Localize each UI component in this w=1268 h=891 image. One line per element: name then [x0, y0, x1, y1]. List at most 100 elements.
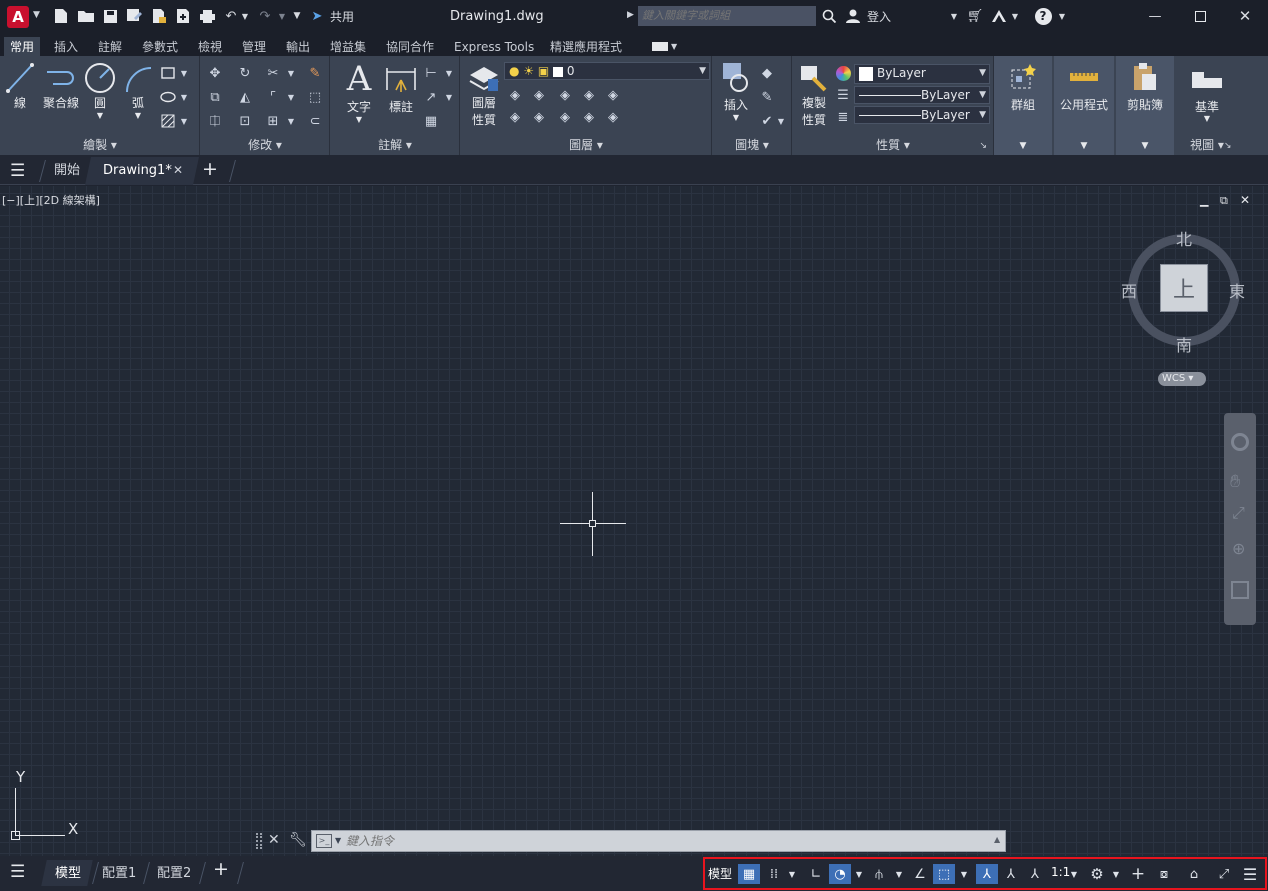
lock-icon[interactable]: ▣ — [538, 64, 549, 78]
polyline-tool[interactable]: 聚合線 — [40, 62, 82, 111]
rotate-icon[interactable]: ↻ — [236, 64, 254, 82]
drawing-canvas[interactable]: [−][上][2D 線架構] ▁ ⧉ ✕ 上 北 南 西 東 WCS ▾ ✋︎ … — [0, 186, 1268, 856]
command-input[interactable] — [346, 832, 986, 850]
grid-icon[interactable]: ▦ — [738, 864, 760, 884]
share-button[interactable]: 共用 — [329, 7, 355, 25]
snap-mode-icon[interactable]: ⁞⁞ — [763, 864, 785, 884]
block-attributes-icon[interactable]: ✔ — [758, 112, 776, 130]
share-file-icon[interactable] — [174, 7, 192, 25]
layers-panel-title[interactable]: 圖層 ▾ — [460, 137, 712, 153]
layer-properties-tool[interactable]: 圖層 性質 — [464, 62, 504, 128]
block-panel-title[interactable]: 圖塊 ▾ — [712, 137, 792, 153]
file-tabs-menu-icon[interactable]: ☰ — [10, 161, 25, 181]
ribbon-minimize-dropdown-icon[interactable]: ▼ — [671, 42, 677, 51]
hatch-dropdown-icon[interactable]: ▼ — [179, 112, 189, 130]
viewcube-face-top[interactable]: 上 — [1160, 264, 1208, 312]
search-icon[interactable] — [820, 7, 838, 25]
tab-start[interactable]: 開始 — [54, 159, 80, 183]
array-dropdown-icon[interactable]: ▼ — [286, 112, 296, 130]
quick-properties-icon[interactable]: ⌂ — [1183, 864, 1205, 884]
annotation-panel-title[interactable]: 註解 ▾ — [330, 137, 460, 153]
print-icon[interactable] — [198, 7, 216, 25]
ribbon-tab-annotate[interactable]: 註解 — [92, 37, 128, 57]
hatch-icon[interactable] — [159, 112, 177, 130]
layout-tab-layout1[interactable]: 配置1 — [102, 862, 136, 886]
groups-dropdown-icon[interactable]: ▼ — [994, 141, 1052, 151]
arc-tool[interactable]: 弧 ▼ — [122, 62, 154, 120]
layer-tool-5-icon[interactable]: ◈ — [604, 86, 622, 104]
base-dropdown-icon[interactable]: ▼ — [1176, 114, 1238, 123]
compass-north[interactable]: 北 — [1176, 226, 1192, 250]
redo-dropdown-icon[interactable]: ▼ — [278, 7, 286, 25]
annotation-monitor-icon[interactable]: + — [1127, 864, 1149, 884]
trim-icon[interactable]: ✂ — [264, 64, 282, 82]
clipboard-panel[interactable]: 剪貼簿 ▼ — [1116, 56, 1174, 155]
command-prompt-icon[interactable]: >_ — [316, 834, 332, 848]
annotation-visibility-icon[interactable]: ⅄ — [976, 864, 998, 884]
create-block-icon[interactable]: ◆ — [758, 64, 776, 82]
undo-icon[interactable]: ↶ — [222, 7, 240, 25]
wcs-menu-button[interactable]: WCS ▾ — [1158, 372, 1206, 386]
share-icon[interactable]: ➤ — [308, 7, 326, 25]
object-snap-dropdown-icon[interactable]: ▼ — [958, 864, 970, 884]
modify-panel-title[interactable]: 修改 ▾ — [200, 137, 330, 153]
sun-icon[interactable]: ☀ — [523, 64, 534, 78]
stretch-icon[interactable]: ⎅ — [206, 112, 224, 130]
ribbon-tab-express-tools[interactable]: Express Tools — [448, 37, 540, 57]
tab-drawing[interactable]: Drawing1* — [103, 159, 172, 183]
text-tool[interactable]: A 文字 ▼ — [340, 59, 378, 124]
layer-tool-7-icon[interactable]: ◈ — [530, 108, 548, 126]
close-button[interactable]: ✕ — [1236, 7, 1254, 25]
scale-dropdown-icon[interactable]: ▼ — [1068, 864, 1080, 884]
plot-to-web-icon[interactable] — [150, 7, 168, 25]
undo-dropdown-icon[interactable]: ▼ — [241, 7, 249, 25]
maximize-button[interactable] — [1191, 7, 1209, 25]
color-wheel-icon[interactable] — [834, 64, 852, 82]
layer-tool-6-icon[interactable]: ◈ — [506, 108, 524, 126]
ortho-icon[interactable]: ∟ — [805, 864, 827, 884]
redo-icon[interactable]: ↷ — [256, 7, 274, 25]
ribbon-tab-featured-apps[interactable]: 精選應用程式 — [544, 37, 628, 57]
viewport-controls-label[interactable]: [−][上][2D 線架構] — [2, 192, 100, 208]
help-icon[interactable]: ? — [1033, 7, 1053, 25]
layer-tool-2-icon[interactable]: ◈ — [530, 86, 548, 104]
leader-icon[interactable]: ↗ — [422, 88, 440, 106]
ribbon-tab-view[interactable]: 檢視 — [192, 37, 228, 57]
trim-dropdown-icon[interactable]: ▼ — [286, 64, 296, 82]
cart-icon[interactable]: 🛒︎ — [966, 7, 984, 25]
minimize-button[interactable]: — — [1146, 7, 1164, 25]
insert-dropdown-icon[interactable]: ▼ — [733, 113, 739, 122]
linetype-dropdown[interactable]: ByLayer ▼ — [854, 86, 990, 104]
layer-tool-10-icon[interactable]: ◈ — [604, 108, 622, 126]
ribbon-tab-addins[interactable]: 增益集 — [324, 37, 372, 57]
units-icon[interactable]: ⧇ — [1153, 864, 1175, 884]
app-logo[interactable]: A — [7, 6, 29, 28]
block-attributes-dropdown-icon[interactable]: ▼ — [776, 112, 786, 130]
linetype-icon[interactable]: ☰ — [834, 86, 852, 104]
command-customize-icon[interactable]: 🔧︎ — [289, 832, 307, 848]
linear-dimension-dropdown-icon[interactable]: ▼ — [444, 64, 454, 82]
match-properties-tool[interactable]: 複製 性質 — [796, 62, 832, 128]
ribbon-tab-output[interactable]: 輸出 — [280, 37, 316, 57]
compass-west[interactable]: 西 — [1121, 278, 1137, 302]
isodraft-icon[interactable]: ⫛ — [868, 864, 890, 884]
tab-close-icon[interactable]: ✕ — [173, 163, 183, 177]
customize-toolbar-icon[interactable]: ▼ — [292, 7, 302, 25]
autodesk-app-icon[interactable] — [990, 7, 1008, 25]
layout-tabs-menu-icon[interactable]: ☰ — [10, 862, 25, 882]
ribbon-tab-insert[interactable]: 插入 — [48, 37, 84, 57]
utilities-dropdown-icon[interactable]: ▼ — [1054, 141, 1114, 151]
copy-icon[interactable]: ⧉ — [206, 88, 224, 106]
command-close-icon[interactable]: ✕ — [268, 832, 280, 848]
zoom-extents-icon[interactable]: ⤢ — [1232, 503, 1245, 523]
orbit-icon[interactable]: ⊕ — [1232, 539, 1245, 558]
user-icon[interactable] — [844, 7, 862, 25]
save-icon[interactable] — [101, 7, 119, 25]
properties-panel-title[interactable]: 性質 ▾ — [792, 137, 994, 153]
ellipse-dropdown-icon[interactable]: ▼ — [179, 88, 189, 106]
rectangle-dropdown-icon[interactable]: ▼ — [179, 64, 189, 82]
model-space-button[interactable]: 模型 — [708, 865, 732, 882]
leader-dropdown-icon[interactable]: ▼ — [444, 88, 454, 106]
table-icon[interactable]: ▦ — [422, 112, 440, 130]
layer-tool-8-icon[interactable]: ◈ — [556, 108, 574, 126]
